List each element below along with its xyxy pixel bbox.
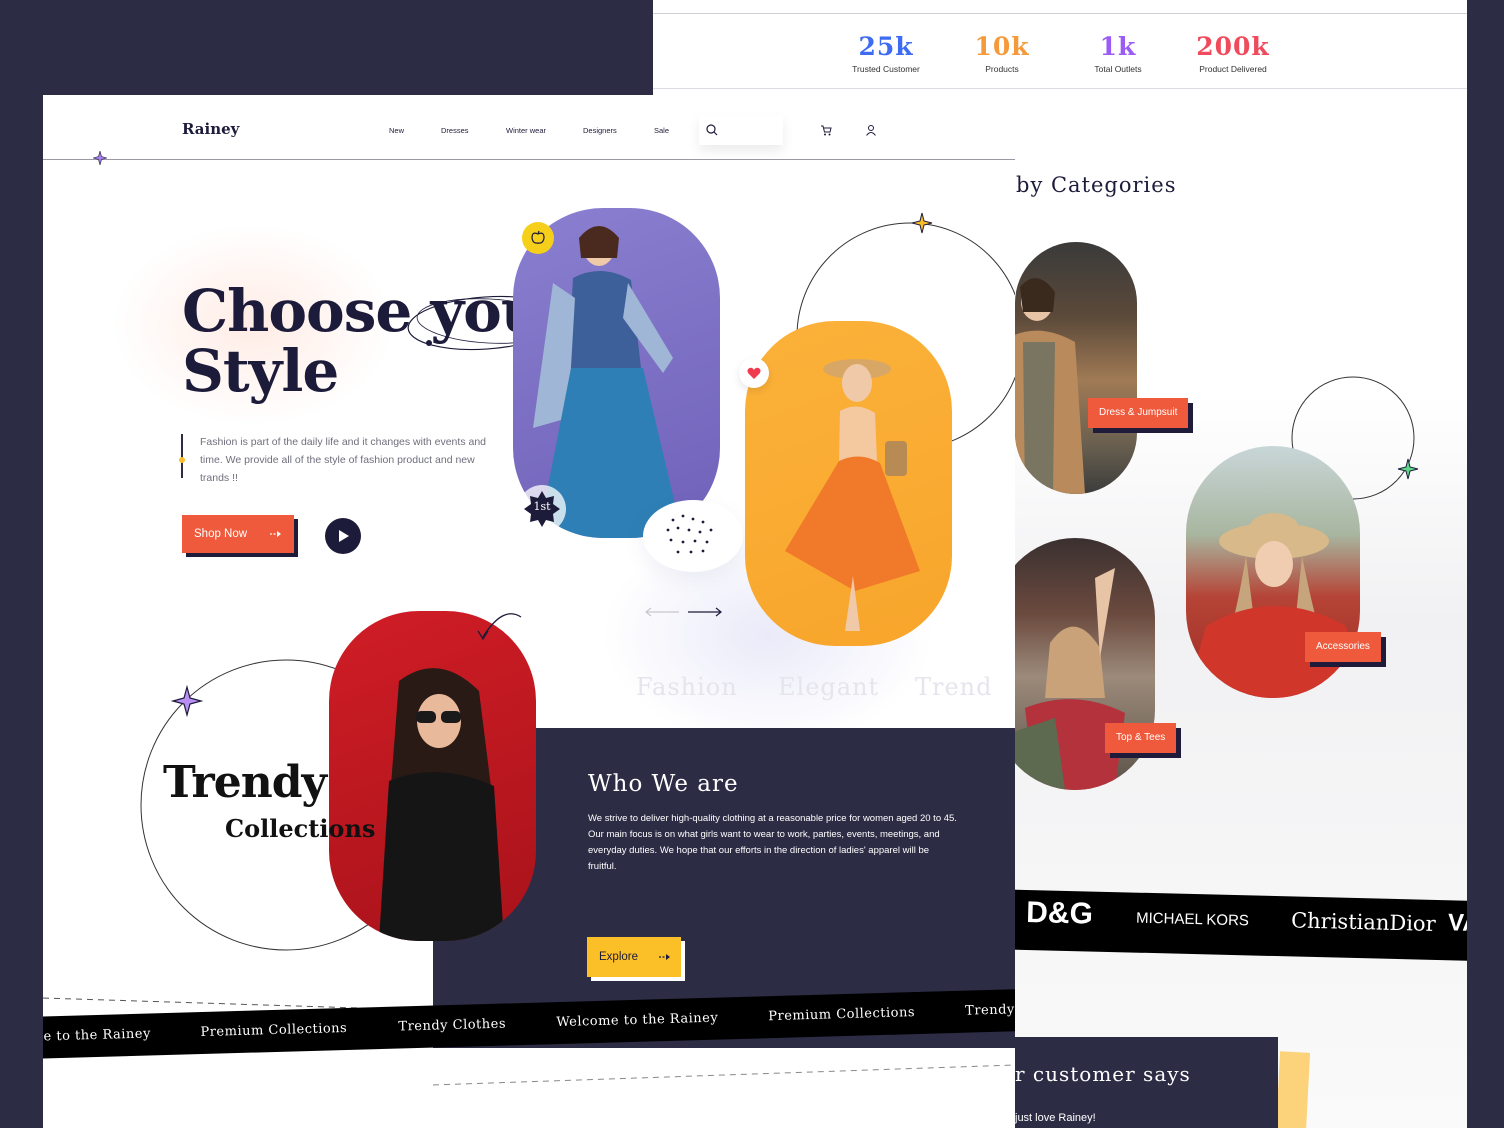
search-input[interactable] [699,115,783,145]
search-icon [706,124,718,136]
sparkle-icon [1397,458,1419,480]
nav-link-winter-wear[interactable]: Winter wear [506,126,546,135]
heart-icon [747,367,761,379]
watermark-trend: Trend [915,673,993,701]
ribbon-item: Premium Collections [768,1005,916,1025]
user-icon[interactable] [865,124,877,136]
brand-dg[interactable]: D&G [1026,896,1093,932]
testimonial-accent [1275,1051,1311,1128]
stat-number: 10k [974,32,1030,61]
ribbon-item: Trendy [964,1002,1015,1019]
apple-icon [531,230,545,244]
arrow-left-icon[interactable] [645,607,679,617]
stat-label: Products [985,64,1019,74]
woman-sunglasses-figure [379,668,504,941]
nav-link-designers[interactable]: Designers [583,126,617,135]
stat-number: 25k [858,32,914,61]
ribbon-item: Premium Collections [200,1020,348,1041]
trendy-image-red [329,611,536,941]
stat-delivered: 200k Product Delivered [1173,32,1293,74]
woman-orange-skirt-figure [785,359,920,631]
category-tag-top-tees[interactable]: Top & Tees [1105,723,1177,753]
sparkle-icon [171,685,203,717]
brand-christian-dior[interactable]: ChristianDior [1291,908,1436,936]
arrow-right-icon [270,531,281,537]
ribbon-item: Welcome to the Rainey [556,1010,719,1031]
stat-number: 1k [1099,32,1137,61]
brand-va[interactable]: VA [1448,909,1467,938]
first-badge: 1st [518,485,566,533]
stat-label: Product Delivered [1199,64,1267,74]
category-tag-accessories[interactable]: Accessories [1305,632,1381,662]
shop-now-label: Shop Now [194,528,248,540]
category-image-dress[interactable] [1015,242,1137,494]
testimonial-quote: just love Rainey! [1015,1112,1096,1124]
brand-michael-kors[interactable]: MICHAEL KORS [1136,910,1249,930]
hero-title-line2: Style [182,337,339,405]
divider [653,13,1467,14]
stat-number: 200k [1196,32,1270,61]
testimonial-title: r customer says [1015,1062,1191,1086]
curved-arrow-icon [477,613,522,641]
play-icon [339,530,349,542]
stat-trusted-customer: 25k Trusted Customer [826,32,946,74]
explore-label: Explore [599,951,638,963]
woman-coat-figure [1015,278,1085,494]
stat-label: Total Outlets [1094,64,1142,74]
sparkle-icon [93,151,107,165]
hero-description: Fashion is part of the daily life and it… [200,436,487,484]
accent-bar [181,434,183,478]
shop-now-button[interactable]: Shop Now [182,515,294,553]
nav-link-new[interactable]: New [389,126,404,135]
categories-title: by Categories [1016,173,1177,197]
watermark-elegant: Elegant [778,673,880,701]
hero-image-yellow [745,321,952,646]
trendy-title: Trendy [163,757,327,808]
dots-pattern [666,514,713,554]
arrow-right-icon[interactable] [688,607,722,617]
top-navbar: Rainey New Dresses Winter wear Designers… [43,95,1015,160]
divider [653,88,1467,89]
sticker-badge [522,222,554,254]
ribbon-item: e to the Rainey [43,1026,152,1045]
ribbon-item: Trendy Clothes [398,1016,507,1035]
logo[interactable]: Rainey [182,120,239,138]
stat-label: Trusted Customer [852,64,920,74]
collections-title: Collections [225,814,376,843]
category-tag-dress-jumpsuit[interactable]: Dress & Jumpsuit [1088,398,1189,428]
landing-page: Rainey New Dresses Winter wear Designers… [43,95,1015,1128]
stat-products: 10k Products [942,32,1062,74]
watermark-fashion: Fashion [636,673,738,701]
nav-link-sale[interactable]: Sale [654,126,669,135]
nav-link-dresses[interactable]: Dresses [441,126,469,135]
who-we-are-text: We strive to deliver high-quality clothi… [588,813,957,872]
arrow-right-icon [659,954,670,960]
who-we-are-title: Who We are [588,771,739,797]
decor-dots [643,500,743,572]
accent-dot [179,457,185,463]
cart-icon[interactable] [820,124,832,136]
sparkle-icon [911,212,933,234]
badge-text: 1st [533,500,551,513]
play-video-button[interactable] [325,518,361,554]
explore-button[interactable]: Explore [587,937,681,977]
brands-strip: D&G MICHAEL KORS ChristianDior VA [952,888,1467,962]
stat-outlets: 1k Total Outlets [1058,32,1178,74]
heart-badge[interactable] [739,358,769,388]
